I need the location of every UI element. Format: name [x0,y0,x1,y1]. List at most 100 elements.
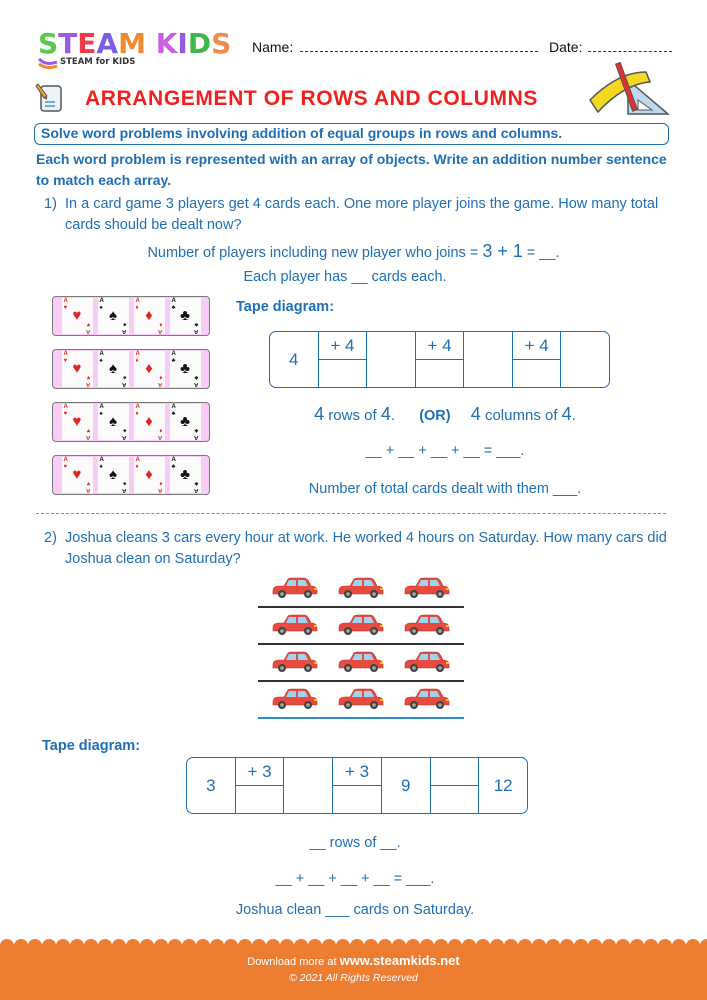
car-icon [270,687,320,716]
playing-card-spades: A ♠ ♠ A ♠ [97,298,129,334]
problem-1-text: In a card game 3 players get 4 cards eac… [65,196,659,233]
car-row [258,688,464,719]
logo-letter: D [187,27,212,60]
playing-card-diamonds: A ♦ ♦ A ♦ [133,351,165,387]
rows-of-count: 4 [380,404,391,424]
car-row [258,651,464,682]
tape-value-cell: 9 [380,758,430,813]
car-row [258,577,464,608]
steam-kids-logo: STEAM KIDS STEAM for KIDS [38,30,238,70]
playing-card-clubs: A ♣ ♣ A ♣ [169,404,201,440]
instructions: Each word problem is represented with an… [36,151,667,188]
car-icon [402,613,452,642]
card-row: A ♥ ♥ A ♥ A ♠ ♠ A ♠ A ♦ ♦ A ♦ A ♣ ♣ A ♣ [52,349,210,389]
rows-count: 4 [314,404,325,424]
tape-value-cell[interactable] [560,332,609,387]
tape-answer-blank[interactable] [319,360,367,387]
playing-card-spades: A ♠ ♠ A ♠ [97,404,129,440]
card-row: A ♥ ♥ A ♥ A ♠ ♠ A ♠ A ♦ ♦ A ♦ A ♣ ♣ A ♣ [52,402,210,442]
players-count-line: Number of players including new player w… [0,241,707,262]
tape-answer-blank[interactable] [416,360,464,387]
tape-step-cell: + 4 [317,332,367,387]
tape-answer-blank[interactable] [431,786,479,813]
players-line-math: 3 + 1 [482,241,523,261]
car-icon [270,650,320,679]
name-field[interactable] [300,51,538,52]
tape-step-label: + 4 [318,332,367,360]
columns-of-count: 4 [561,404,572,424]
tape-value-cell[interactable] [463,332,512,387]
problem-1-number: 1) [44,196,57,212]
or-label: (OR) [419,408,451,424]
tape-step-label: + 4 [415,332,464,360]
card-row: A ♥ ♥ A ♥ A ♠ ♠ A ♠ A ♦ ♦ A ♦ A ♣ ♣ A ♣ [52,455,210,495]
tape-step-cell: + 3 [234,758,284,813]
tape-value-cell[interactable] [366,332,415,387]
footer-download: Download more at www.steamkids.net [0,953,707,968]
tape-step-cell: + 3 [332,758,381,813]
tape-answer-blank[interactable] [236,786,284,813]
car-icon [270,613,320,642]
playing-card-diamonds: A ♦ ♦ A ♦ [133,404,165,440]
problem-2-number: 2) [44,530,57,546]
playing-card-diamonds: A ♦ ♦ A ♦ [133,457,165,493]
date-field[interactable] [588,51,672,52]
logo-letter: A [96,27,119,60]
problem-2-total-line[interactable]: Joshua clean ___ cards on Saturday. [180,902,530,918]
rows-columns-line: 4 rows of 4. (OR) 4 columns of 4. [314,404,576,424]
tape-answer-blank[interactable] [513,360,561,387]
playing-card-clubs: A ♣ ♣ A ♣ [169,351,201,387]
cards-each-line: Each player has __ cards each. [243,269,447,285]
problem-2-tape-diagram: 3 + 3 + 3 9 12 [186,757,528,814]
logo-letter: M [118,27,146,60]
name-label: Name: [252,39,294,55]
car-icon [270,576,320,605]
playing-card-hearts: A ♥ ♥ A ♥ [61,404,93,440]
tape-step-label: + 4 [512,332,561,360]
car-icon [402,650,452,679]
tape-step-label: + 3 [235,758,284,786]
car-row [258,614,464,645]
worksheet-pencil-icon [35,83,62,112]
tape-value-cell[interactable] [283,758,332,813]
car-icon [336,687,386,716]
playing-card-hearts: A ♥ ♥ A ♥ [61,351,93,387]
problem-1-question: 1) In a card game 3 players get 4 cards … [44,194,684,235]
car-icon [336,576,386,605]
problem-1-sum-line[interactable]: __ + __ + __ + __ = ___. [280,443,610,459]
logo-tagline: STEAM for KIDS [60,57,136,67]
tape-step-label: + 3 [333,758,381,786]
date-label: Date: [549,39,583,55]
footer-url-link[interactable]: www.steamkids.net [340,953,460,968]
columns-text: columns of [480,407,562,424]
car-icon [402,687,452,716]
logo-letter: K [155,27,178,60]
playing-card-clubs: A ♣ ♣ A ♣ [169,457,201,493]
rows-text: rows of [324,407,381,424]
logo-letter: T [58,27,78,60]
problem-2-text: Joshua cleans 3 cars every hour at work.… [65,530,667,567]
footer-copyright: © 2021 All Rights Reserved [289,972,418,984]
tape-step-cell: + 4 [414,332,464,387]
tape-start-cell: 4 [289,349,299,369]
playing-card-clubs: A ♣ ♣ A ♣ [169,298,201,334]
problem-1-tape-diagram: 4 + 4 + 4 + 4 [269,331,610,388]
players-line-answer[interactable]: = __. [523,245,560,261]
problem-2-rows-line[interactable]: __ rows of __. [200,835,510,851]
playing-card-diamonds: A ♦ ♦ A ♦ [133,298,165,334]
car-icon [402,576,452,605]
problem-1-tape-label: Tape diagram: [236,299,335,315]
tape-answer-blank[interactable] [333,786,381,813]
playing-card-spades: A ♠ ♠ A ♠ [97,457,129,493]
tape-step-cell: + 4 [511,332,561,387]
logo-wordmark: STEAM KIDS [38,30,238,58]
section-divider [36,513,666,514]
tape-start-cell: 3 [206,775,216,795]
logo-letter: S [211,27,232,60]
columns-count: 4 [470,404,481,424]
logo-letter: I [177,27,188,60]
problem-1-total-line[interactable]: Number of total cards dealt with them __… [270,481,620,497]
playing-card-hearts: A ♥ ♥ A ♥ [61,298,93,334]
download-prefix: Download more at [247,956,340,968]
problem-2-sum-line[interactable]: __ + __ + __ + __ = ___. [200,871,510,887]
